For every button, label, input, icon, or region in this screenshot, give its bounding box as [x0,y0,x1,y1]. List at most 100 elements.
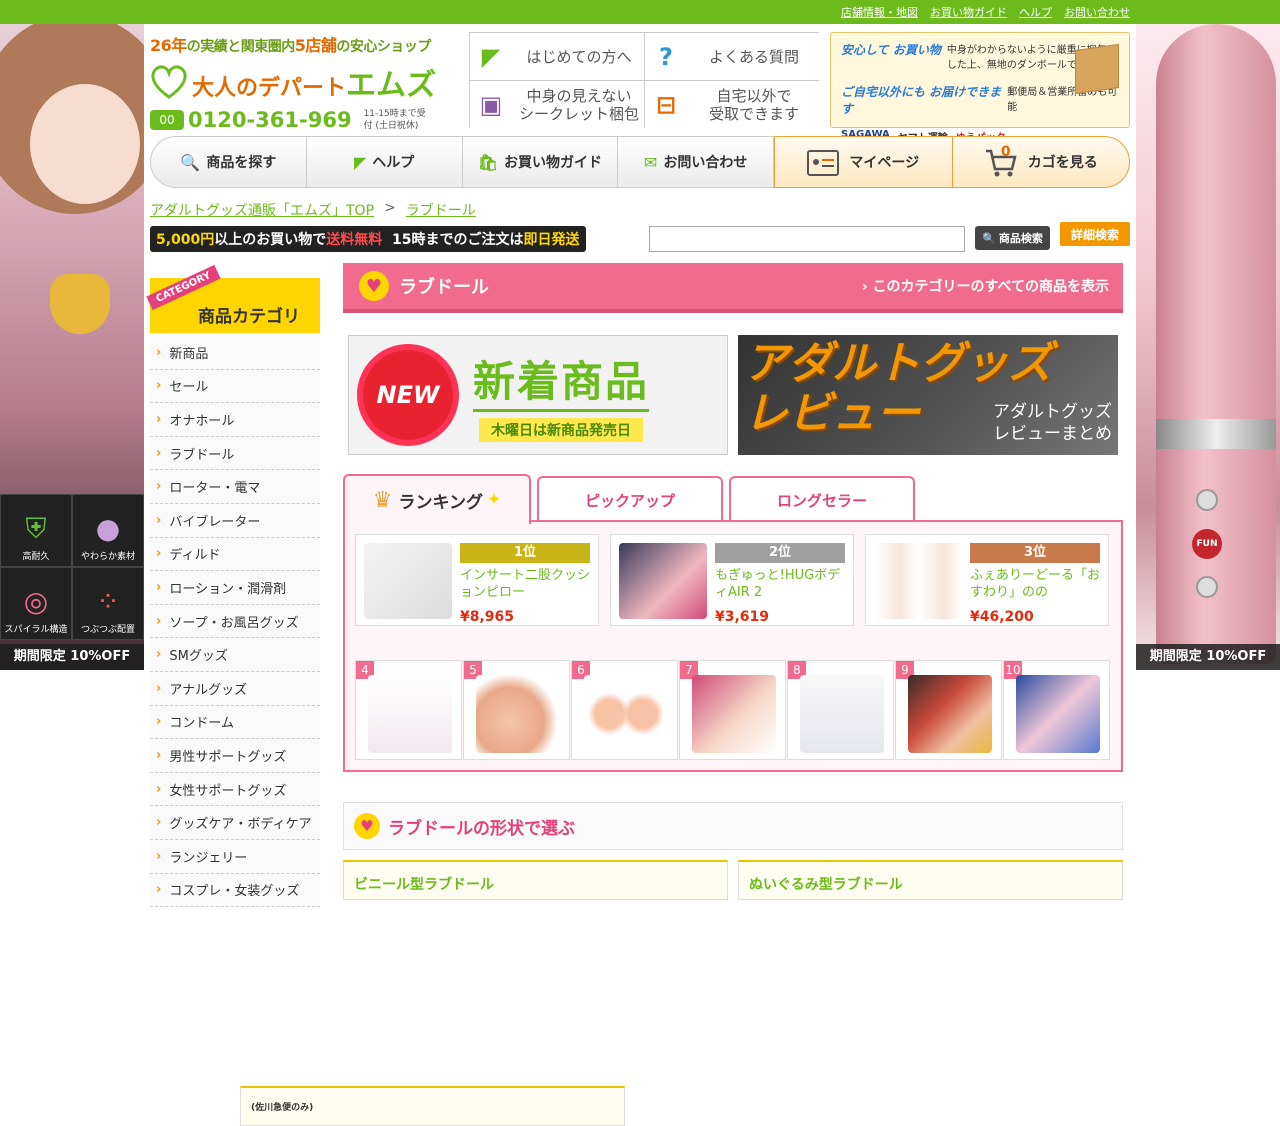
product-image [619,543,707,619]
category-item[interactable]: オナホール [150,403,320,437]
category-item[interactable]: ランジェリー [150,839,320,874]
nav-search-products[interactable]: 🔍 商品を探す [151,137,307,187]
category-item[interactable]: コスプレ・女装グッズ [150,873,320,908]
brand-name: 大人のデパートエムズ [192,68,437,103]
nav-shopping-guide[interactable]: 🛍 お買い物ガイド [463,137,619,187]
breadcrumb-current[interactable]: ラブドール [406,200,476,220]
ranking-item-8[interactable]: 8 [787,660,894,760]
chevron-right-icon: > [384,200,396,216]
nav-mypage[interactable]: マイページ [775,137,953,187]
product-name[interactable]: ふぇありーどーる「おすわり」のの [970,567,1100,601]
rank-badge: 1位 [460,543,590,563]
guide-beginner[interactable]: ◤ はじめての方へ [470,33,644,80]
ranking-item-9[interactable]: 9 [895,660,1002,760]
beginner-mark-icon: ◤ [481,42,501,71]
ranking-item-4[interactable]: 4 [355,660,462,760]
category-item[interactable]: バイブレーター [150,503,320,538]
category-item[interactable]: 女性サポートグッズ [150,772,320,807]
heart-icon: ♥ [354,813,380,839]
ranking-item-5[interactable]: 5 [463,660,570,760]
tab-pickup[interactable]: ピックアップ [537,476,723,522]
top-bar: 店舗情報・地図 お買い物ガイド ヘルプ お問い合わせ [0,0,1280,24]
category-item[interactable]: ソープ・お風呂グッズ [150,604,320,639]
ranking-item-2[interactable]: 2位 もぎゅっと!HUGボディAIR 2 ¥3,619 [610,534,854,626]
heart-icon: ♥ [359,271,389,301]
review-banner[interactable]: アダルトグッズ レビュー アダルトグッズ レビューまとめ [738,335,1118,455]
category-item[interactable]: アナルグッズ [150,671,320,706]
tagline: 26年の実績と関東圏内5店舗の安心ショップ [150,36,431,55]
guide-pickup[interactable]: ⊟ 自宅以外で 受取できます [645,81,819,128]
show-all-link[interactable]: このカテゴリーのすべての商品を表示 [862,276,1109,296]
product-name[interactable]: インサート二股クッションピロー [460,567,590,601]
category-item[interactable]: ディルド [150,537,320,572]
guide-secret-package[interactable]: ▣ 中身の見えない シークレット梱包 [470,81,644,128]
tab-ranking[interactable]: ♛ ランキング ✦ [343,474,531,524]
category-title: 商品カテゴリ [198,307,300,327]
shipping-info-banner[interactable]: 安心して お買い物 中身がわからないように厳重に梱包した上、無地のダンボールでお届… [830,32,1130,144]
category-item[interactable]: ローター・電マ [150,470,320,504]
advanced-search-button[interactable]: 詳細検索 [1060,222,1130,246]
nav-help[interactable]: ◤ ヘルプ [307,137,463,187]
sparkle-icon: ✦ [486,490,502,510]
category-item[interactable]: コンドーム [150,705,320,740]
left-ad-footer: 期間限定 10%OFF [0,644,144,670]
top-links: 店舗情報・地図 お買い物ガイド ヘルプ お問い合わせ [841,4,1130,20]
brand: 大人のデパートエムズ [150,60,460,104]
right-side-ad[interactable]: FUN 期間限定 10%OFF [1136,24,1280,670]
contact-link[interactable]: お問い合わせ [1064,4,1130,20]
help-link[interactable]: ヘルプ [1019,4,1052,20]
minus-button-icon [1196,576,1218,598]
dots-icon: ⁘ [96,585,120,618]
crown-icon: ♛ [372,487,393,513]
category-item[interactable]: ラブドール [150,436,320,471]
nav-cart[interactable]: 0 カゴを見る [953,137,1130,187]
product-image [874,543,962,619]
store-info-link[interactable]: 店舗情報・地図 [841,4,918,20]
ad-product-image [1156,24,1276,664]
new-items-banner[interactable]: NEW 新着商品 木曜日は新商品発売日 [348,335,728,455]
global-nav: 🔍 商品を探す ◤ ヘルプ 🛍 お買い物ガイド ✉ お問い合わせ マイページ 0 カゴを… [150,136,1130,188]
ranking-item-10[interactable]: 10 [1003,660,1110,760]
breadcrumb-top[interactable]: アダルトグッズ通販「エムズ」TOP [150,200,374,220]
guide-faq[interactable]: ? よくある質問 [645,33,819,80]
product-name[interactable]: もぎゅっと!HUGボディAIR 2 [715,567,845,601]
site-logo[interactable]: 26年の実績と関東圏内5店舗の安心ショップ 大人のデパートエムズ 00 0120… [150,32,460,132]
vinyl-doll-link[interactable]: ビニール型ラブドール [343,860,728,900]
category-item[interactable]: 男性サポートグッズ [150,739,320,773]
ranking-item-7[interactable]: 7 [679,660,786,760]
ranking-item-6[interactable]: 6 [571,660,678,760]
category-sidebar: CATEGORY 商品カテゴリ 新商品 セール オナホール ラブドール ローター… [146,264,320,908]
shopping-guide-link[interactable]: お買い物ガイド [930,4,1007,20]
new-badge: NEW [363,350,453,440]
category-item[interactable]: SMグッズ [150,638,320,672]
page-title: ラブドール [399,277,489,298]
product-image [908,675,992,753]
category-item[interactable]: ローション・潤滑剤 [150,571,320,605]
category-item[interactable]: セール [150,369,320,404]
spiral-badge: ◎ スパイラル構造 [0,567,72,640]
soft-material-badge: ● やわらか素材 [72,494,144,567]
heart-logo-icon [151,65,187,99]
search-button[interactable]: 🔍 商品検索 [975,226,1050,250]
plush-doll-link[interactable]: ぬいぐるみ型ラブドール [738,860,1123,900]
bag-icon: 🛍 [477,152,499,172]
nav-contact[interactable]: ✉ お問い合わせ [618,137,773,187]
left-side-ad[interactable]: ⛨ 高耐久 ● やわらか素材 ◎ スパイラル構造 ⁘ つぶつぶ配置 期間限定 10%OF… [0,24,144,670]
phone-number[interactable]: 0120-361-969 [188,108,352,132]
search-input[interactable] [649,226,965,252]
box-icon: ▣ [479,90,503,119]
rank-badge: 2位 [715,543,845,563]
ranking-item-1[interactable]: 1位 インサート二股クッションピロー ¥8,965 [355,534,599,626]
phone: 00 0120-361-969 11-15時まで受付 (土日祝休) [150,108,460,132]
ad-character-face [30,84,140,204]
mail-icon: ✉ [643,152,658,172]
tab-longseller[interactable]: ロングセラー [729,476,915,522]
category-item[interactable]: グッズケア・ボディケア [150,806,320,840]
fun-logo: FUN [1192,529,1222,559]
pickup-icon: ⊟ [655,90,677,119]
product-image [584,675,668,753]
category-item[interactable]: 新商品 [150,336,320,370]
spiral-icon: ◎ [23,585,49,618]
ranking-item-3[interactable]: 3位 ふぇありーどーる「おすわり」のの ¥46,200 [865,534,1109,626]
product-image [364,543,452,619]
